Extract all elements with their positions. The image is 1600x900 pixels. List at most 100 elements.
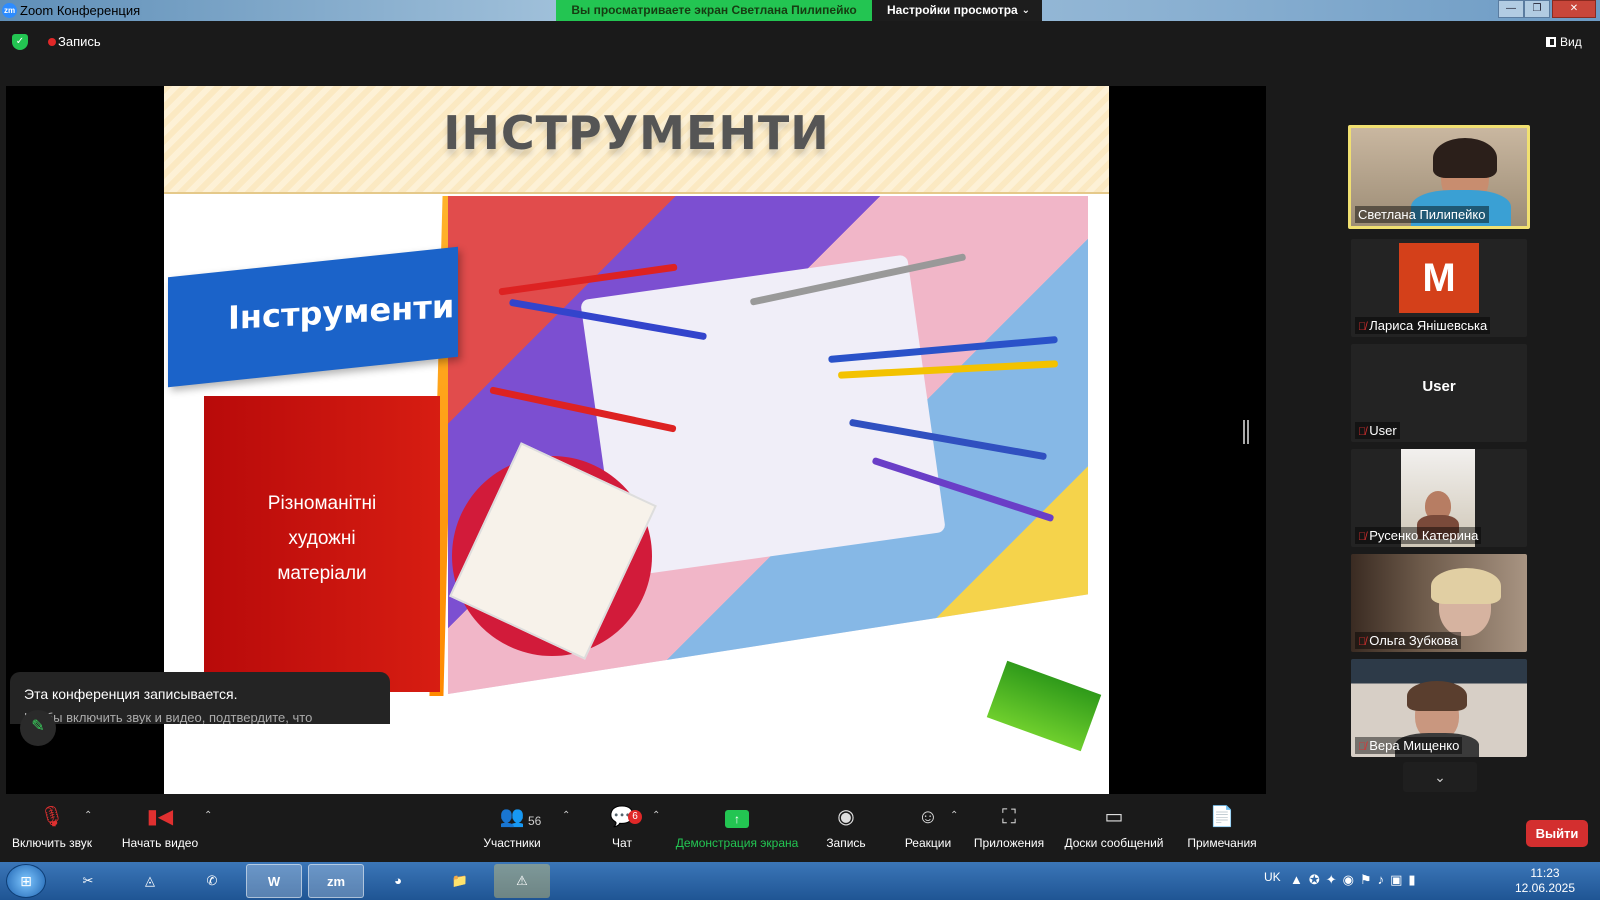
security-shield-icon[interactable]: ✓ [12,34,28,50]
avatar-text: User [1422,378,1456,395]
art-supplies-photo [448,196,1088,694]
taskbar-tools-icon[interactable]: ✂ [60,864,116,898]
unmute-button[interactable]: 🎙 Включить звук [8,802,96,862]
video-off-icon: ▮◀ [146,806,174,828]
chat-caret-icon[interactable]: ⌃ [652,810,660,821]
unmute-label: Включить звук [11,836,93,850]
participant-tile[interactable]: М 🎙̸ Лариса Янішевська [1351,239,1527,337]
notes-icon: 📄 [1209,806,1235,828]
taskbar-viber-icon[interactable]: ✆ [184,864,240,898]
windows-taskbar: ⊞ ✂ ◬ ✆ W zm ◕ 📁 ⚠ UK ▲✪✦◉⚑♪▣▮ 11:23 12.… [0,862,1600,900]
title-bar: zm Zoom Конференция Вы просматриваете эк… [0,0,1600,21]
mic-muted-icon: 🎙̸ [1358,426,1367,438]
view-label: Вид [1560,35,1582,49]
panel-resize-handle[interactable] [1243,420,1249,444]
notes-label: Примечания [1187,836,1257,850]
mic-muted-icon: 🎙̸ [1358,531,1367,543]
record-label: Запись [826,836,866,850]
recording-indicator[interactable]: Запись [42,32,101,52]
avatar: М [1399,243,1479,313]
view-layout-icon [1546,37,1556,47]
share-screen-icon: ↑ [725,810,749,828]
red-box-line: матеріали [277,563,367,584]
mic-muted-icon: 🎙̸ [1358,321,1367,333]
start-video-label: Начать видео [121,836,199,850]
participant-tile[interactable]: 🎙̸ Русенко Катерина [1351,449,1527,547]
leave-button[interactable]: Выйти [1526,820,1588,847]
participant-name-row: 🎙̸ Вера Мищенко [1355,737,1463,754]
clock-time: 11:23 [1530,866,1560,880]
taskbar-zoom-icon[interactable]: zm [308,864,364,898]
reactions-caret-icon[interactable]: ⌃ [950,810,958,821]
share-screen-button[interactable]: ↑ Демонстрация экрана [672,802,802,862]
recording-dot-icon [48,38,56,46]
recording-notification[interactable]: Эта конференция записывается. Чтобы вклю… [10,672,390,724]
maximize-button[interactable]: ❐ [1524,0,1550,18]
participant-name-row: 🎙̸ Русенко Катерина [1355,527,1482,544]
taskbar-warning-icon[interactable]: ⚠ [494,864,550,898]
scroll-down-chevron-icon[interactable]: ⌄ [1403,762,1477,792]
clock-date: 12.06.2025 [1514,881,1576,895]
participant-name-row: 🎙̸ User [1355,422,1400,439]
participant-tile[interactable]: User 🎙̸ User [1351,344,1527,442]
taskbar-explorer-icon[interactable]: 📁 [432,864,488,898]
record-icon: ◉ [837,806,855,828]
language-indicator[interactable]: UK [1264,870,1281,884]
apps-icon: ⛶ [1002,806,1016,828]
participant-name-row: 🎙̸ Лариса Янішевська [1355,317,1491,334]
participant-tile[interactable]: 🎙̸ Ольга Зубкова [1351,554,1527,652]
participants-label: Участники [483,836,541,850]
taskbar-chrome-icon[interactable]: ◕ [370,864,426,898]
share-screen-label: Демонстрация экрана [675,836,799,850]
participant-tile[interactable]: Светлана Пилипейко [1348,125,1530,229]
view-settings-label: Настройки просмотра [887,3,1018,17]
taskbar-word-icon[interactable]: W [246,864,302,898]
slide-green-shape [986,660,1102,752]
view-button[interactable]: Вид [1546,32,1582,52]
zoom-window: zm Zoom Конференция Вы просматриваете эк… [0,0,1600,900]
record-button[interactable]: ◉ Запись [820,802,872,862]
whiteboards-button[interactable]: ▭ Доски сообщений [1064,802,1164,862]
slide-banner-text: Інструменти [228,287,455,338]
mic-muted-icon: 🎙 [39,806,65,828]
participant-tile[interactable]: 🎙̸ Вера Мищенко [1351,659,1527,757]
participants-button[interactable]: 👥 Участники [480,802,544,862]
participant-name: Светлана Пилипейко [1355,206,1489,223]
minimize-button[interactable]: — [1498,0,1524,18]
view-settings-button[interactable]: Настройки просмотра ⌄ [872,0,1042,21]
system-tray-icons[interactable]: ▲✪✦◉⚑♪▣▮ [1290,872,1422,888]
notification-edit-icon[interactable]: ✎ [20,710,56,746]
participants-count: 56 [528,814,542,828]
close-button[interactable]: ✕ [1552,0,1596,18]
taskbar-avast-icon[interactable]: ◬ [122,864,178,898]
screen-share-banner: Вы просматриваете экран Светлана Пилипей… [556,0,872,21]
start-button[interactable]: ⊞ [6,864,46,898]
red-box-line: художні [288,528,356,549]
mic-muted-icon: 🎙̸ [1358,741,1367,753]
audio-options-caret-icon[interactable]: ⌃ [84,810,92,821]
video-options-caret-icon[interactable]: ⌃ [204,810,212,821]
reactions-label: Реакции [904,836,952,850]
notes-button[interactable]: 📄 Примечания [1186,802,1258,862]
notification-body: Чтобы включить звук и видео, подтвердите… [24,710,313,724]
whiteboard-icon: ▭ [1104,806,1124,828]
participant-name-row: 🎙̸ Ольга Зубкова [1355,632,1461,649]
reactions-button[interactable]: ☺ Реакции [900,802,956,862]
participant-name: User [1369,423,1397,438]
reactions-icon: ☺ [917,806,939,828]
participant-name: Русенко Катерина [1369,528,1479,543]
participant-name: Лариса Янішевська [1369,318,1488,333]
participant-name: Ольга Зубкова [1369,633,1458,648]
meeting-toolbar: 🎙 Включить звук ⌃ ▮◀ Начать видео ⌃ 👥 Уч… [0,802,1600,862]
slide-red-box-text: Різноманітні художні матеріали [204,486,440,591]
slide-title: ІНСТРУМЕНТИ [443,106,830,160]
mic-muted-icon: 🎙̸ [1358,636,1367,648]
chevron-down-icon: ⌄ [1021,5,1030,16]
chat-badge: 6 [628,810,642,824]
window-title: Zoom Конференция [20,3,141,18]
participants-caret-icon[interactable]: ⌃ [562,810,570,821]
system-clock[interactable]: 11:23 12.06.2025 [1510,866,1580,896]
apps-button[interactable]: ⛶ Приложения [972,802,1046,862]
start-video-button[interactable]: ▮◀ Начать видео [120,802,200,862]
zoom-app-icon: zm [2,3,17,18]
